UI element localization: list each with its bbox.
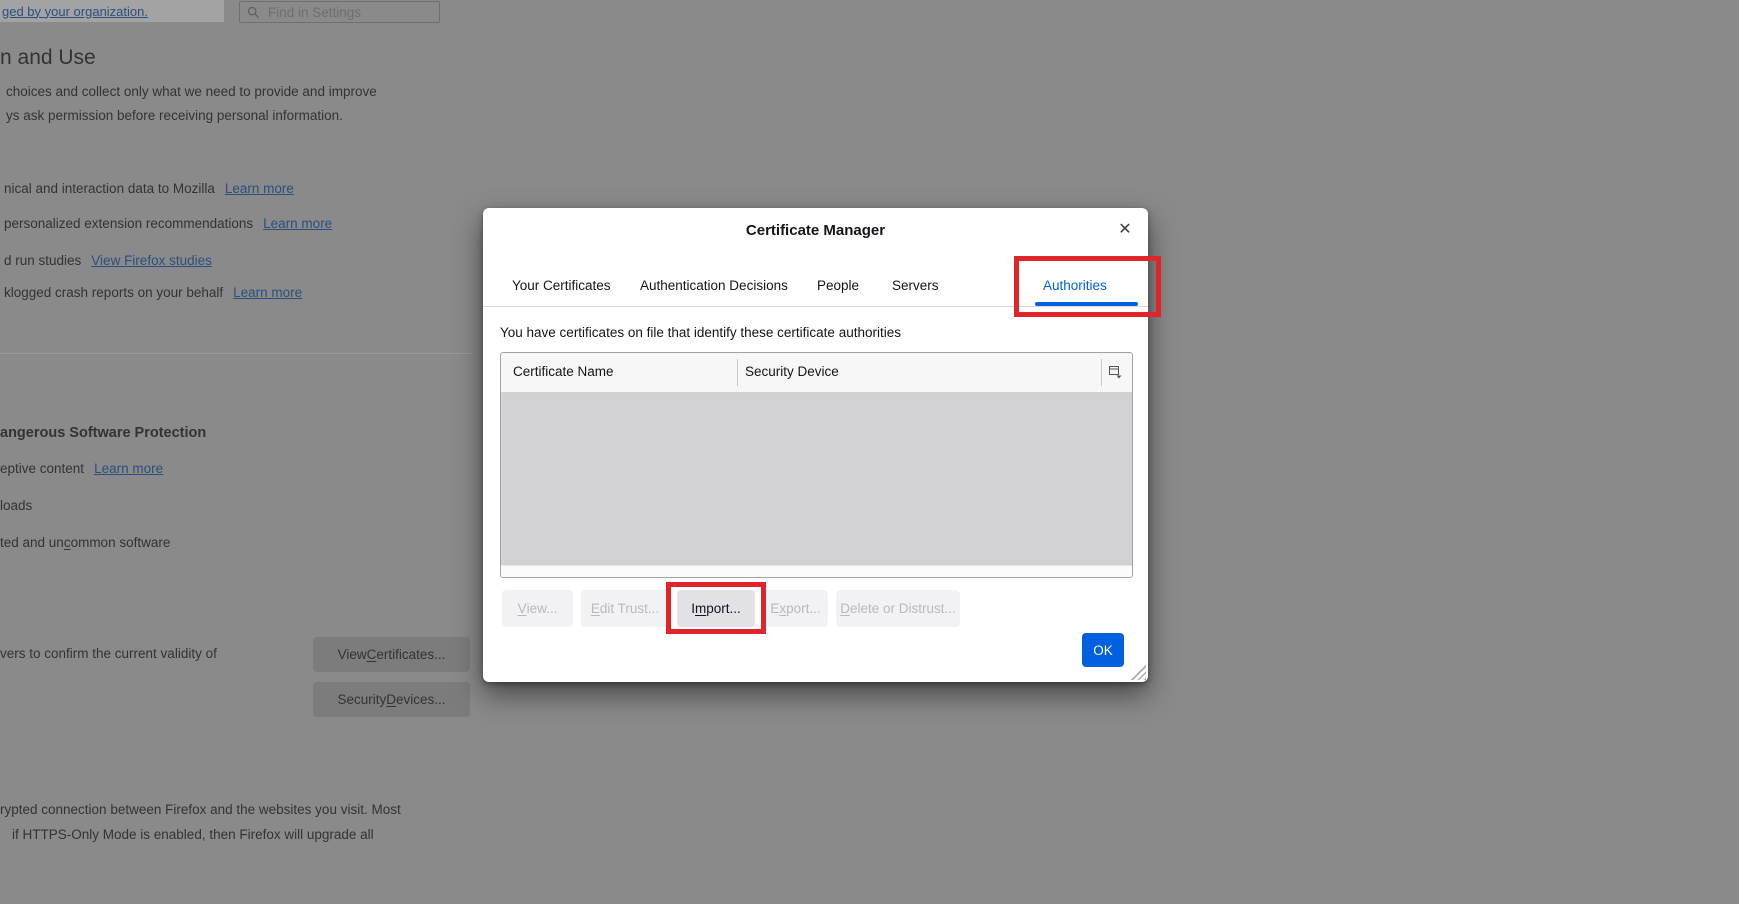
label-part: elete or Distrust... bbox=[849, 601, 956, 616]
label-part: port... bbox=[786, 601, 821, 616]
https-text-line: if HTTPS-Only Mode is enabled, then Fire… bbox=[12, 827, 374, 842]
view-firefox-studies-link[interactable]: View Firefox studies bbox=[91, 253, 212, 268]
view-certificates-button[interactable]: View Certificates... bbox=[313, 637, 470, 672]
search-icon bbox=[247, 6, 260, 18]
learn-more-link[interactable]: Learn more bbox=[225, 181, 294, 196]
certificates-table: Certificate Name Security Device bbox=[500, 352, 1133, 578]
setting-row: d run studies View Firefox studies bbox=[4, 253, 212, 268]
setting-label: d run studies bbox=[4, 253, 82, 268]
accesskey-letter: C bbox=[366, 647, 377, 662]
managed-by-organization-link[interactable]: ged by your organization. bbox=[0, 4, 148, 19]
accesskey-letter: D bbox=[386, 692, 396, 707]
tab-authorities[interactable]: Authorities bbox=[1043, 278, 1107, 293]
security-section-heading: angerous Software Protection bbox=[0, 425, 207, 441]
import-button[interactable]: Im port... bbox=[677, 590, 755, 627]
label-part: ted and un bbox=[0, 535, 64, 550]
authorities-description: You have certificates on file that ident… bbox=[500, 325, 901, 340]
export-button[interactable]: Ex port... bbox=[763, 590, 828, 627]
https-text-line: rypted connection between Firefox and th… bbox=[0, 802, 401, 817]
certificate-list-empty[interactable] bbox=[501, 393, 1132, 565]
label-part: evices... bbox=[396, 692, 446, 707]
resize-grip[interactable] bbox=[1130, 664, 1146, 680]
accesskey-letter: D bbox=[840, 601, 850, 616]
column-separator[interactable] bbox=[737, 359, 738, 386]
tab-servers[interactable]: Servers bbox=[892, 278, 939, 293]
dialog-title: Certificate Manager bbox=[745, 222, 886, 239]
table-header: Certificate Name Security Device bbox=[501, 353, 1132, 393]
action-button-row: View... Edit Trust... Im port... Ex port..… bbox=[502, 590, 960, 627]
setting-row: nical and interaction data to Mozilla Le… bbox=[4, 181, 294, 196]
tab-your-certificates[interactable]: Your Certificates bbox=[512, 278, 611, 293]
accesskey-letter: m bbox=[695, 601, 707, 616]
delete-or-distrust-button[interactable]: Delete or Distrust... bbox=[836, 590, 960, 627]
label-part: View bbox=[337, 647, 367, 662]
setting-label: loads bbox=[0, 498, 33, 513]
close-icon[interactable]: ✕ bbox=[1112, 216, 1138, 242]
label-part: dit Trust... bbox=[599, 601, 660, 616]
view-button[interactable]: View... bbox=[502, 590, 573, 627]
column-header-security-device[interactable]: Security Device bbox=[745, 364, 839, 379]
setting-label: personalized extension recommendations bbox=[4, 216, 254, 231]
setting-label: eptive content bbox=[0, 461, 85, 476]
accesskey-letter: c bbox=[63, 535, 71, 550]
ocsp-label: vers to confirm the current validity of bbox=[0, 646, 217, 661]
active-tab-indicator bbox=[1035, 302, 1138, 306]
accesskey-letter: E bbox=[590, 601, 600, 616]
label-part: E bbox=[770, 601, 780, 616]
learn-more-link[interactable]: Learn more bbox=[263, 216, 332, 231]
setting-label: klogged crash reports on your behalf bbox=[4, 285, 224, 300]
intro-line: ys ask permission before receiving perso… bbox=[6, 108, 343, 123]
search-input[interactable] bbox=[266, 3, 432, 21]
learn-more-link[interactable]: Learn more bbox=[94, 461, 163, 476]
setting-row: eptive content Learn more bbox=[0, 461, 163, 476]
label-part: Security bbox=[337, 692, 387, 707]
tab-people[interactable]: People bbox=[817, 278, 859, 293]
label-part: iew... bbox=[526, 601, 558, 616]
setting-row: personalized extension recommendations L… bbox=[4, 216, 332, 231]
column-header-certificate-name[interactable]: Certificate Name bbox=[513, 364, 614, 379]
setting-label: ted and uncommon software bbox=[0, 535, 170, 550]
security-devices-button[interactable]: Security Devices... bbox=[313, 682, 470, 717]
setting-row: klogged crash reports on your behalf Lea… bbox=[4, 285, 302, 300]
find-in-settings-searchbox[interactable] bbox=[239, 1, 440, 23]
ok-button[interactable]: OK bbox=[1082, 633, 1124, 667]
managed-notice-bar: ged by your organization. bbox=[0, 0, 224, 22]
data-collection-heading: n and Use bbox=[0, 46, 96, 69]
label-part: port... bbox=[706, 601, 741, 616]
accesskey-letter: x bbox=[779, 601, 787, 616]
accesskey-letter: V bbox=[517, 601, 527, 616]
edit-trust-button[interactable]: Edit Trust... bbox=[581, 590, 669, 627]
setting-label: nical and interaction data to Mozilla bbox=[4, 181, 215, 196]
learn-more-link[interactable]: Learn more bbox=[233, 285, 302, 300]
column-picker-icon[interactable] bbox=[1102, 358, 1128, 386]
certificate-manager-dialog: Certificate Manager ✕ Your Certificates … bbox=[483, 208, 1148, 682]
tab-authentication-decisions[interactable]: Authentication Decisions bbox=[640, 278, 788, 293]
section-divider bbox=[0, 353, 472, 354]
intro-line: choices and collect only what we need to… bbox=[6, 84, 377, 99]
label-part: ertificates... bbox=[376, 647, 446, 662]
label-part: ommon software bbox=[70, 535, 171, 550]
table-scrollbar-track[interactable] bbox=[501, 565, 1132, 577]
